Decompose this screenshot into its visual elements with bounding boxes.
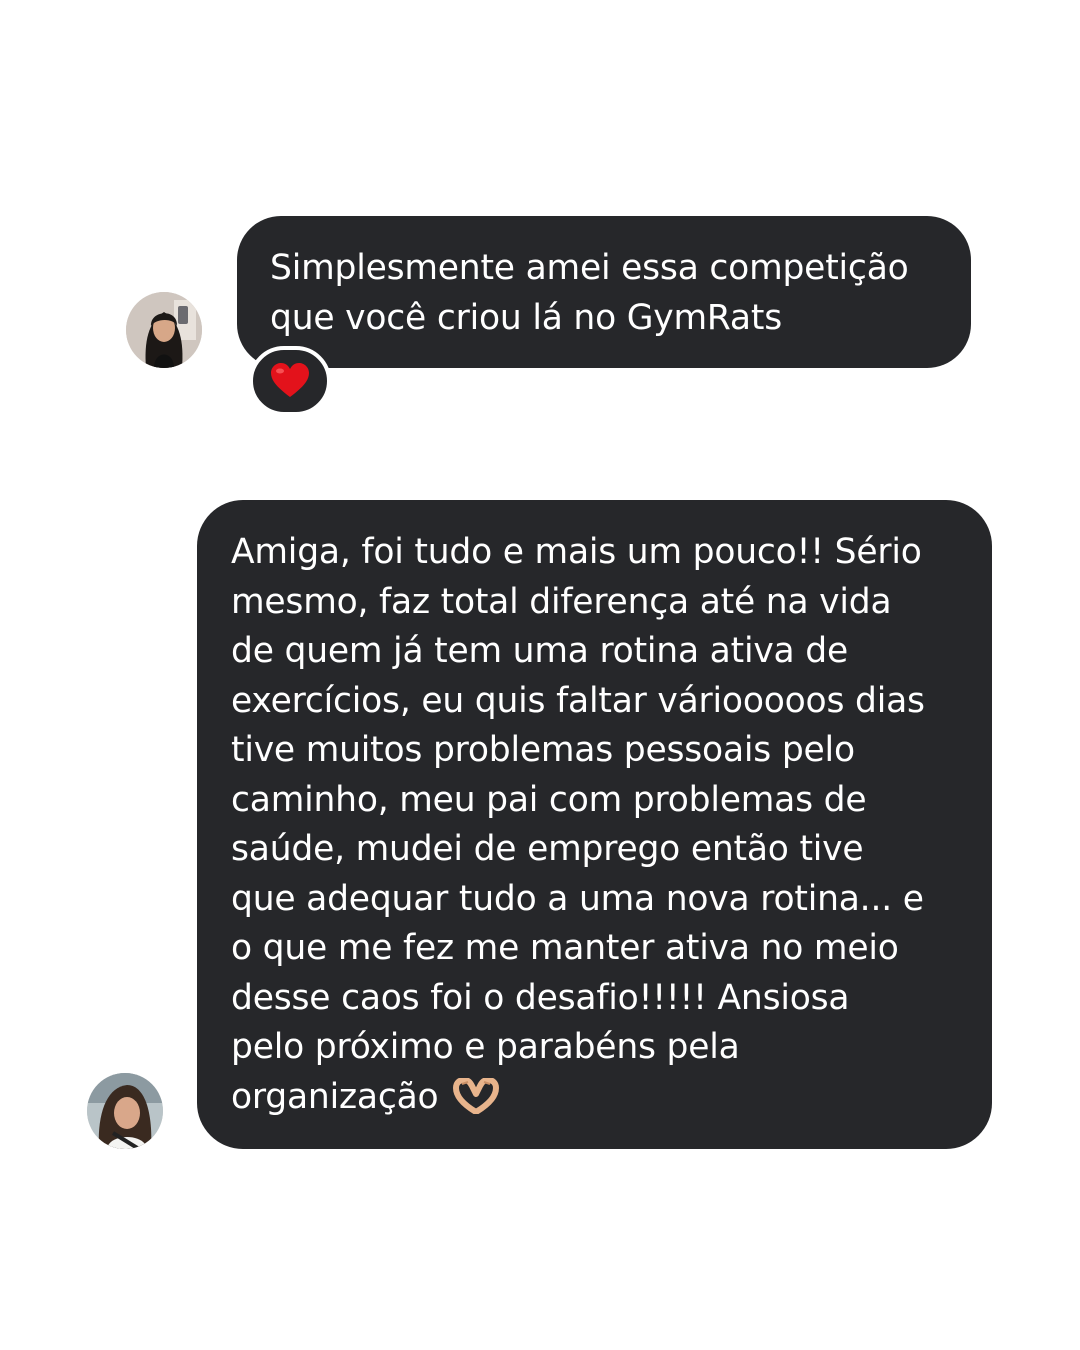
message-bubble-2[interactable]: Amiga, foi tudo e mais um pouco!! Sério … xyxy=(197,500,992,1149)
reaction-badge[interactable] xyxy=(249,346,331,416)
avatar-sender[interactable] xyxy=(126,292,202,368)
avatar-photo-icon xyxy=(126,292,202,368)
message-2-text: Amiga, foi tudo e mais um pouco!! Sério … xyxy=(231,532,925,1117)
avatar-receiver[interactable] xyxy=(87,1073,163,1149)
avatar-photo-icon xyxy=(87,1073,163,1149)
heart-emoji-icon xyxy=(271,363,309,397)
heart-hands-emoji-icon xyxy=(452,1076,500,1129)
message-bubble-1[interactable]: Simplesmente amei essa competição que vo… xyxy=(237,216,971,368)
